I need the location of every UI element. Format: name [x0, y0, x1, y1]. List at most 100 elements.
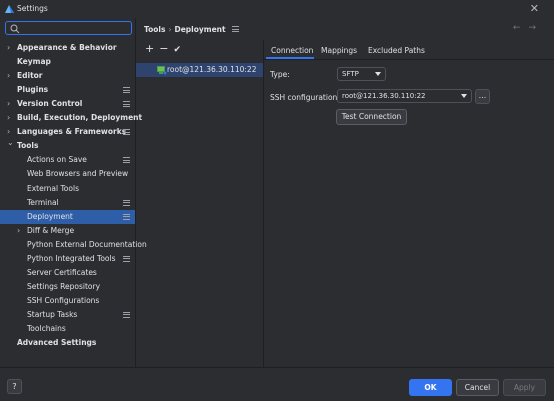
deployment-server-list: +−✔ root@121.36.30.110:22	[136, 40, 264, 367]
window-title: Settings	[17, 4, 48, 13]
sidebar-item[interactable]: Actions on Save	[0, 153, 135, 167]
sidebar-item-label: Toolchains	[27, 324, 66, 333]
breadcrumb-parent[interactable]: Tools	[144, 25, 165, 34]
sidebar-item[interactable]: › Editor	[0, 69, 135, 83]
sidebar-item-label: Build, Execution, Deployment	[17, 113, 143, 123]
sidebar-item[interactable]: Advanced Settings	[0, 336, 135, 350]
sidebar-item-label: Python External Documentation	[27, 239, 147, 249]
chevron-down-icon	[375, 72, 381, 76]
ssh-configuration-browse-button[interactable]: ...	[475, 89, 490, 104]
sidebar-item[interactable]: › Appearance & Behavior	[0, 41, 135, 55]
sidebar-item-label: Python Integrated Tools	[27, 253, 116, 263]
sidebar-item-label: Languages & Frameworks	[17, 127, 127, 137]
tab-connection[interactable]: Connection	[271, 46, 313, 55]
sidebar-item-label: Version Control	[17, 99, 83, 109]
project-settings-icon	[123, 87, 130, 94]
sidebar-item[interactable]: Toolchains	[0, 322, 135, 336]
ssh-configuration-label: SSH configuration:	[270, 93, 340, 102]
project-settings-icon	[123, 157, 130, 164]
type-select[interactable]: SFTP	[337, 67, 386, 81]
breadcrumb: Tools › Deployment	[144, 25, 240, 34]
help-button[interactable]: ?	[7, 379, 22, 394]
remove-server-icon[interactable]: −	[159, 42, 173, 55]
chevron-right-icon[interactable]: ›	[7, 43, 15, 52]
set-default-server-icon[interactable]: ✔	[173, 45, 186, 55]
sidebar-item-label: Startup Tasks	[27, 309, 78, 319]
chevron-right-icon[interactable]: ›	[17, 226, 25, 235]
tab-excluded-paths[interactable]: Excluded Paths	[368, 46, 425, 55]
history-navigation: ←→	[513, 23, 544, 33]
chevron-right-icon[interactable]: ›	[7, 113, 15, 122]
sidebar-item-label: Actions on Save	[27, 155, 87, 165]
tab-mappings[interactable]: Mappings	[321, 46, 357, 55]
sidebar-item[interactable]: Server Certificates	[0, 266, 135, 280]
ssh-configuration-value: root@121.36.30.110:22	[342, 92, 426, 100]
project-settings-icon	[123, 199, 130, 206]
chevron-right-icon[interactable]: ›	[7, 99, 15, 108]
close-icon[interactable]: ✕	[530, 2, 539, 15]
project-settings-icon	[123, 129, 130, 136]
sidebar-item-label: Deployment	[27, 211, 73, 221]
sidebar-item-label: External Tools	[27, 183, 79, 193]
title-bar: Settings ✕	[0, 0, 554, 18]
sidebar-item[interactable]: Settings Repository	[0, 280, 135, 294]
back-arrow-icon[interactable]: ←	[513, 23, 529, 33]
server-list-item[interactable]: root@121.36.30.110:22	[136, 63, 263, 77]
chevron-down-icon[interactable]: ⌄	[7, 138, 15, 147]
sidebar-item-label: Settings Repository	[27, 281, 101, 291]
sidebar-item-label: Advanced Settings	[17, 338, 97, 348]
sidebar-item[interactable]: › Languages & Frameworks	[0, 125, 135, 139]
ssh-configuration-select[interactable]: root@121.36.30.110:22	[337, 89, 472, 103]
sidebar-item-label: Web Browsers and Preview	[27, 169, 129, 179]
sidebar-item[interactable]: Deployment	[0, 209, 135, 224]
type-label: Type:	[270, 70, 290, 79]
chevron-right-icon[interactable]: ›	[7, 127, 15, 136]
project-settings-icon	[123, 101, 130, 108]
chevron-right-icon[interactable]: ›	[7, 71, 15, 80]
sidebar-item-label: Tools	[17, 141, 39, 151]
sidebar-item-label: Editor	[17, 71, 43, 81]
server-toolbar: +−✔	[145, 42, 186, 55]
ok-button[interactable]: OK	[409, 379, 452, 396]
sidebar-item-label: Terminal	[27, 197, 59, 207]
sidebar-item-label: Diff & Merge	[27, 225, 75, 235]
sidebar-item[interactable]: ⌄ Tools	[0, 138, 135, 153]
type-select-value: SFTP	[342, 70, 359, 78]
cancel-button[interactable]: Cancel	[456, 379, 499, 396]
search-input[interactable]	[5, 21, 132, 35]
project-settings-icon	[123, 311, 130, 318]
project-settings-icon	[123, 255, 130, 262]
forward-arrow-icon[interactable]: →	[528, 23, 544, 33]
sidebar-item[interactable]: Python Integrated Tools	[0, 252, 135, 266]
sidebar-item[interactable]: Startup Tasks	[0, 308, 135, 322]
content-header: Tools › Deployment ←→	[136, 18, 554, 40]
sidebar-item-label: Server Certificates	[27, 267, 97, 277]
sidebar-item-label: Keymap	[17, 57, 51, 67]
sidebar-item-label: SSH Configurations	[27, 295, 100, 305]
app-logo-icon	[5, 5, 14, 13]
dialog-footer: ? OK Cancel Apply	[0, 367, 554, 401]
chevron-down-icon	[461, 94, 467, 98]
project-settings-icon	[123, 213, 130, 220]
sidebar-item[interactable]: Plugins	[0, 83, 135, 97]
sidebar-item[interactable]: Web Browsers and Preview	[0, 167, 135, 181]
sidebar-item[interactable]: › Diff & Merge	[0, 224, 135, 238]
add-server-icon[interactable]: +	[145, 42, 159, 55]
sidebar-item[interactable]: SSH Configurations	[0, 294, 135, 308]
sidebar-item[interactable]: External Tools	[0, 182, 135, 196]
search-icon	[10, 24, 20, 33]
server-list-label: root@121.36.30.110:22	[167, 65, 257, 74]
breadcrumb-current: Deployment	[174, 25, 226, 34]
deployment-settings-panel: Connection Mappings Excluded Paths Type:…	[264, 40, 554, 367]
sidebar-item-label: Plugins	[17, 85, 49, 95]
test-connection-button[interactable]: Test Connection	[336, 109, 407, 125]
sidebar-item[interactable]: › Version Control	[0, 97, 135, 111]
tab-bar: Connection Mappings Excluded Paths	[264, 40, 554, 60]
page-menu-icon[interactable]	[232, 26, 240, 32]
sidebar-item[interactable]: Python External Documentation	[0, 238, 147, 252]
apply-button[interactable]: Apply	[503, 379, 546, 396]
sidebar-item[interactable]: Terminal	[0, 196, 135, 210]
sidebar-item[interactable]: Keymap	[0, 55, 135, 69]
sidebar-item[interactable]: › Build, Execution, Deployment	[0, 111, 142, 125]
active-tab-indicator	[266, 57, 314, 59]
